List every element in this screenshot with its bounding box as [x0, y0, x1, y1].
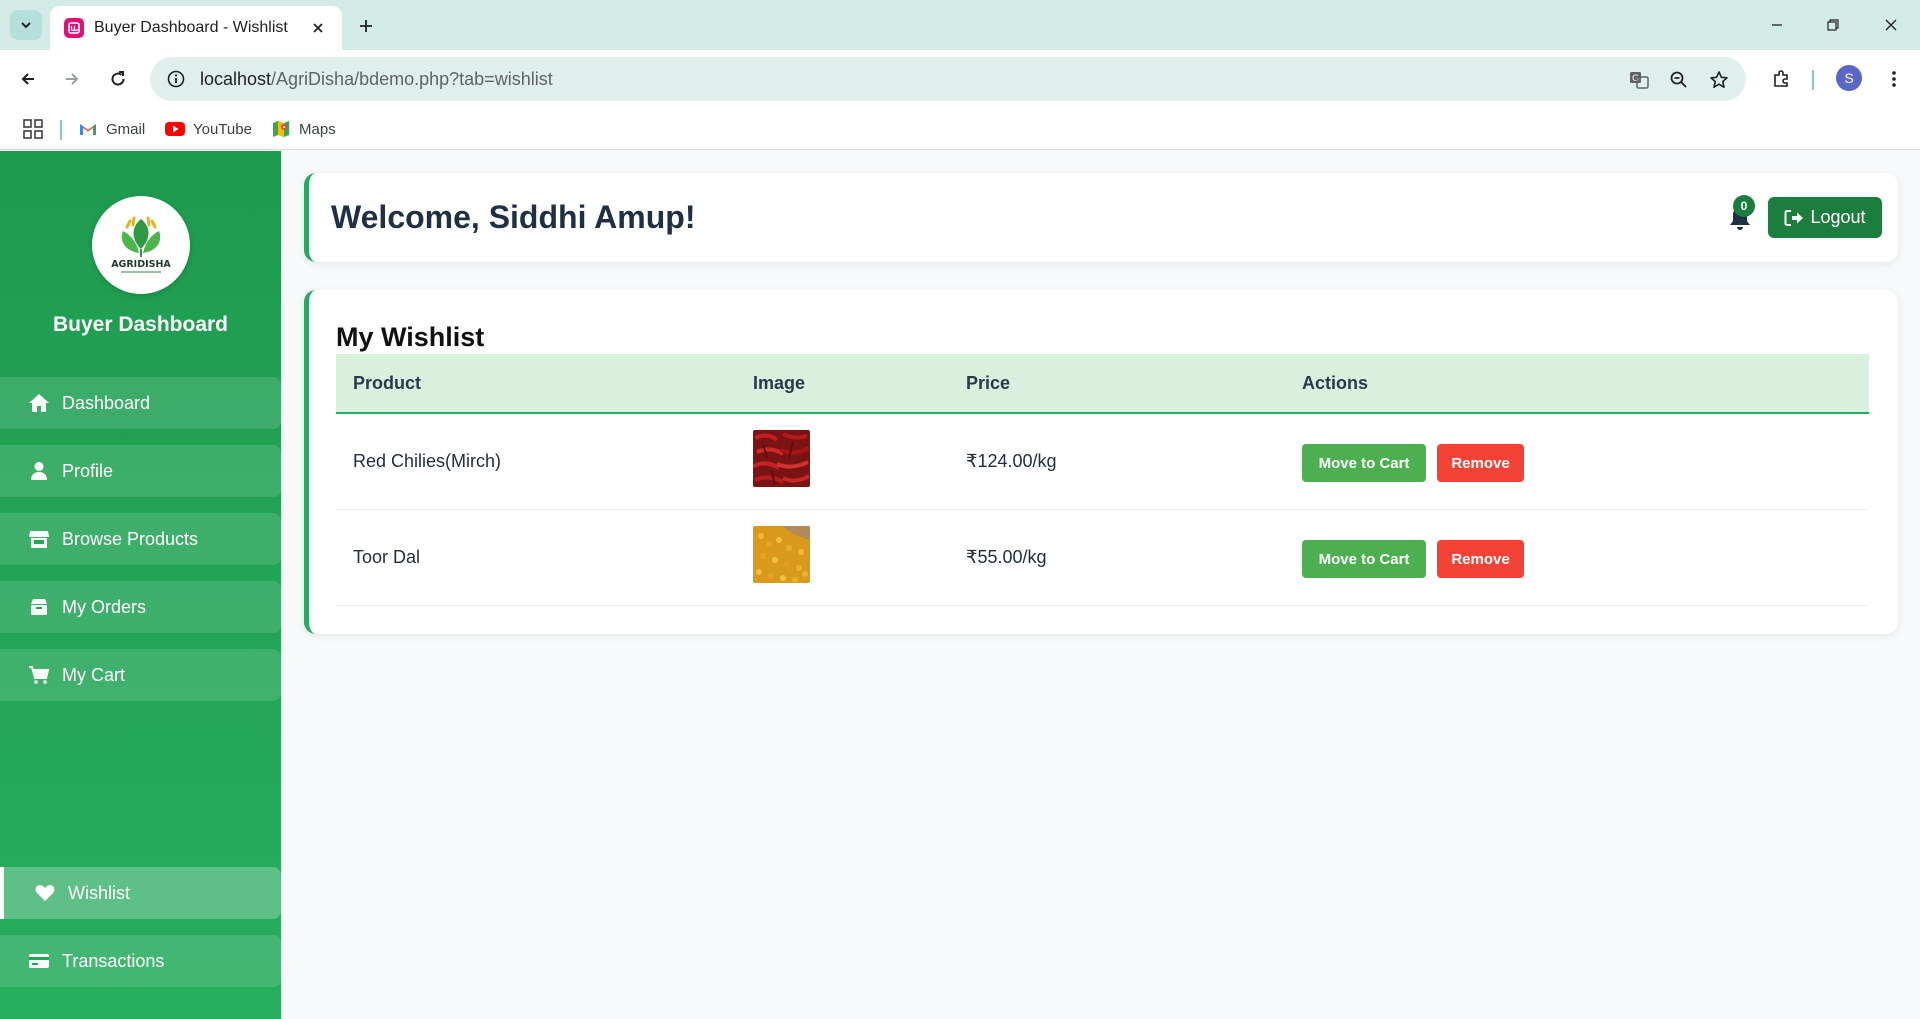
browser-tab-strip: Buyer Dashboard - Wishlist [0, 0, 1920, 50]
bookmark-youtube[interactable]: YouTube [165, 116, 252, 142]
browser-toolbar: localhost/AgriDisha/bdemo.php?tab=wishli… [0, 50, 1920, 108]
logo-text: AGRIDISHA [111, 259, 171, 270]
product-name: Red Chilies(Mirch) [353, 451, 502, 471]
forward-arrow-icon[interactable] [58, 65, 86, 93]
bookmarks-bar: Gmail YouTube Maps [0, 108, 1920, 150]
sign-out-icon [1784, 208, 1804, 228]
sidebar-item-transactions[interactable]: Transactions [0, 935, 281, 987]
zoom-icon[interactable] [1666, 67, 1692, 93]
sidebar-item-label: Dashboard [62, 392, 151, 413]
close-window-icon[interactable] [1866, 10, 1916, 40]
store-icon [28, 528, 50, 550]
svg-text:G: G [1632, 74, 1639, 84]
menu-dots-icon[interactable] [1880, 65, 1908, 93]
move-to-cart-button[interactable]: Move to Cart [1302, 444, 1426, 482]
gmail-icon [78, 119, 98, 139]
product-name: Toor Dal [353, 547, 421, 567]
chevron-down-icon [21, 22, 31, 29]
cart-icon [28, 664, 50, 686]
minimize-icon[interactable] [1752, 10, 1802, 40]
column-header-image: Image [753, 373, 806, 393]
back-arrow-icon[interactable] [14, 65, 42, 93]
remove-button[interactable]: Remove [1437, 540, 1524, 578]
bookmark-label: Maps [299, 120, 336, 138]
youtube-icon [165, 119, 185, 139]
sidebar: AGRIDISHA Buyer Dashboard Dashboard Prof… [0, 151, 281, 1019]
bookmark-label: YouTube [193, 120, 252, 138]
red-chilies-image [753, 430, 810, 487]
bookmark-star-icon[interactable] [1706, 67, 1732, 93]
box-icon [28, 596, 50, 618]
sidebar-item-my-cart[interactable]: My Cart [0, 649, 281, 701]
extensions-icon[interactable] [1767, 65, 1795, 93]
site-favicon-icon [64, 18, 84, 38]
browser-tab-active[interactable]: Buyer Dashboard - Wishlist [50, 6, 342, 50]
product-price: ₹55.00/kg [966, 547, 1047, 567]
address-bar[interactable]: localhost/AgriDisha/bdemo.php?tab=wishli… [150, 57, 1746, 101]
url-text: localhost/AgriDisha/bdemo.php?tab=wishli… [200, 68, 553, 89]
sidebar-item-wishlist[interactable]: Wishlist [0, 867, 281, 919]
table-row: Toor Dal ₹55.00/kg Move to Cart Remove [336, 510, 1869, 606]
tab-close-icon[interactable] [308, 18, 328, 38]
sidebar-item-label: My Orders [62, 596, 147, 617]
wishlist-table: Product Image Price Actions Red Chilies(… [336, 354, 1869, 606]
toolbar-divider [1812, 70, 1814, 90]
sidebar-item-profile[interactable]: Profile [0, 445, 281, 497]
sidebar-item-my-orders[interactable]: My Orders [0, 581, 281, 633]
tab-search-button[interactable] [10, 10, 42, 40]
sidebar-item-label: Wishlist [68, 882, 130, 903]
apps-grid-icon[interactable] [22, 118, 44, 140]
move-to-cart-button[interactable]: Move to Cart [1302, 540, 1426, 578]
heart-icon [34, 882, 56, 904]
credit-card-icon [28, 950, 50, 972]
notification-badge: 0 [1733, 195, 1755, 217]
wishlist-card: My Wishlist Product Image Price Actions … [304, 290, 1898, 634]
reload-icon[interactable] [104, 65, 132, 93]
product-price: ₹124.00/kg [966, 451, 1057, 471]
profile-avatar[interactable]: S [1836, 65, 1862, 91]
sidebar-item-browse-products[interactable]: Browse Products [0, 513, 281, 565]
table-header: Product Image Price Actions [336, 354, 1869, 414]
translate-icon[interactable]: G [1626, 67, 1652, 93]
sidebar-item-dashboard[interactable]: Dashboard [0, 377, 281, 429]
bookmark-gmail[interactable]: Gmail [78, 116, 145, 142]
home-icon [28, 392, 50, 414]
user-icon [28, 460, 50, 482]
bookmark-label: Gmail [106, 120, 146, 138]
maps-icon [271, 119, 291, 139]
wishlist-title: My Wishlist [336, 322, 485, 352]
toor-dal-image [753, 526, 810, 583]
bookmark-maps[interactable]: Maps [271, 116, 336, 142]
logout-button[interactable]: Logout [1768, 197, 1882, 238]
table-row: Red Chilies(Mirch) ₹124.00/kg Move to Ca… [336, 414, 1869, 510]
welcome-header: Welcome, Siddhi Amup! 0 Logout [304, 173, 1898, 262]
welcome-message: Welcome, Siddhi Amup! [331, 199, 696, 235]
site-info-icon[interactable] [164, 67, 188, 91]
logout-label: Logout [1810, 207, 1866, 227]
agridisha-logo: AGRIDISHA [92, 196, 190, 294]
column-header-actions: Actions [1302, 373, 1369, 393]
bookmark-divider [60, 120, 62, 140]
column-header-product: Product [353, 373, 422, 393]
column-header-price: Price [966, 373, 1011, 393]
sidebar-title: Buyer Dashboard [52, 313, 229, 336]
sidebar-item-label: Browse Products [62, 528, 199, 549]
tab-title: Buyer Dashboard - Wishlist [94, 19, 288, 36]
remove-button[interactable]: Remove [1437, 444, 1524, 482]
sidebar-item-label: My Cart [62, 664, 125, 685]
sidebar-item-label: Profile [62, 460, 114, 481]
sidebar-item-label: Transactions [62, 950, 165, 971]
restore-icon[interactable] [1808, 10, 1858, 40]
new-tab-icon[interactable] [352, 12, 380, 40]
